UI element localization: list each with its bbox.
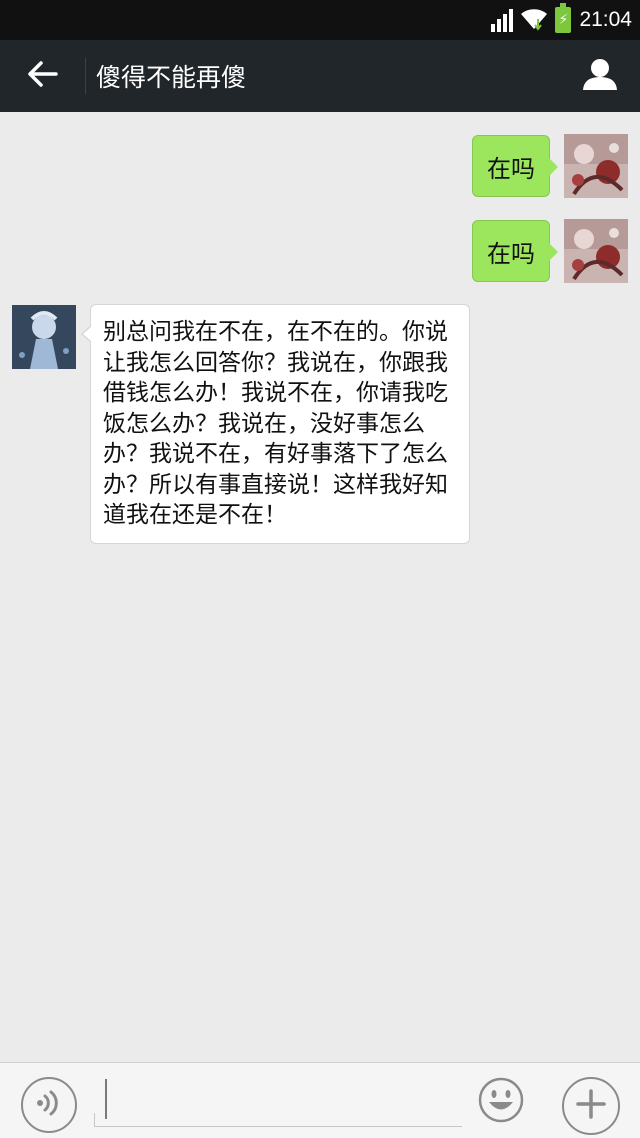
my-avatar[interactable] [564, 219, 628, 283]
message-input[interactable] [94, 1075, 462, 1127]
text-cursor [105, 1079, 107, 1119]
chat-header: 傻得不能再傻 [0, 40, 640, 112]
status-time: 21:04 [579, 8, 632, 31]
received-message-bubble[interactable]: 别总问我在不在，在不在的。你说让我怎么回答你？我说在，你跟我借钱怎么办！我说不在… [81, 304, 470, 544]
smiley-icon [478, 1077, 524, 1127]
message-list[interactable]: 在吗 在吗 别总问我在不在，在不在的。你说让我怎么回答你？我说在，你跟我借钱怎么… [0, 112, 640, 1062]
message-text: 在吗 [487, 154, 535, 183]
message-text: 在吗 [487, 239, 535, 268]
signal-icon [491, 8, 514, 32]
person-icon [581, 57, 619, 95]
more-options-button[interactable] [562, 1077, 620, 1135]
back-button[interactable] [0, 40, 86, 112]
input-underline-mark [94, 1113, 95, 1127]
status-indicators: ⚡ 21:04 [491, 0, 632, 40]
emoji-button[interactable] [476, 1077, 526, 1127]
contact-avatar[interactable] [12, 305, 76, 369]
voice-button[interactable] [21, 1077, 77, 1133]
voice-icon [34, 1089, 64, 1121]
message-text: 别总问我在不在，在不在的。你说让我怎么回答你？我说在，你跟我借钱怎么办！我说不在… [103, 319, 448, 528]
input-bar [0, 1062, 640, 1138]
status-bar: ⚡ 21:04 [0, 0, 640, 40]
sent-message-bubble[interactable]: 在吗 [472, 135, 558, 197]
plus-icon [575, 1088, 607, 1124]
page-title: 傻得不能再傻 [96, 63, 247, 92]
back-arrow-icon [26, 59, 60, 93]
my-avatar[interactable] [564, 134, 628, 198]
chat-info-button[interactable] [560, 40, 640, 112]
wifi-icon [519, 5, 549, 35]
sent-message-bubble[interactable]: 在吗 [472, 220, 558, 282]
battery-charging-icon: ⚡ [555, 3, 572, 33]
